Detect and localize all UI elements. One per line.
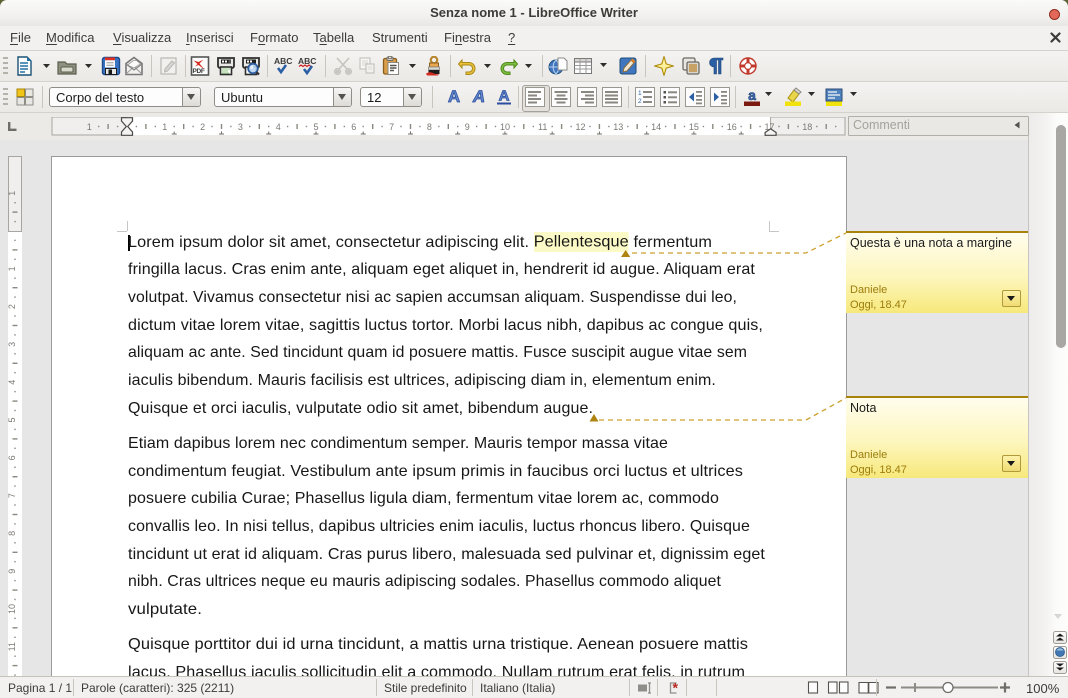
svg-text:10: 10 <box>8 604 17 614</box>
svg-text:5: 5 <box>8 417 17 422</box>
svg-text:2: 2 <box>8 304 17 309</box>
svg-text:8: 8 <box>8 531 17 536</box>
svg-text:*: * <box>673 681 679 695</box>
svg-text:6: 6 <box>8 455 17 460</box>
svg-text:1: 1 <box>8 266 17 271</box>
svg-text:11: 11 <box>8 642 17 651</box>
svg-text:9: 9 <box>8 569 17 574</box>
svg-text:7: 7 <box>8 493 17 498</box>
svg-text:4: 4 <box>8 380 17 385</box>
svg-text:1: 1 <box>8 191 17 196</box>
svg-text:3: 3 <box>8 342 17 347</box>
